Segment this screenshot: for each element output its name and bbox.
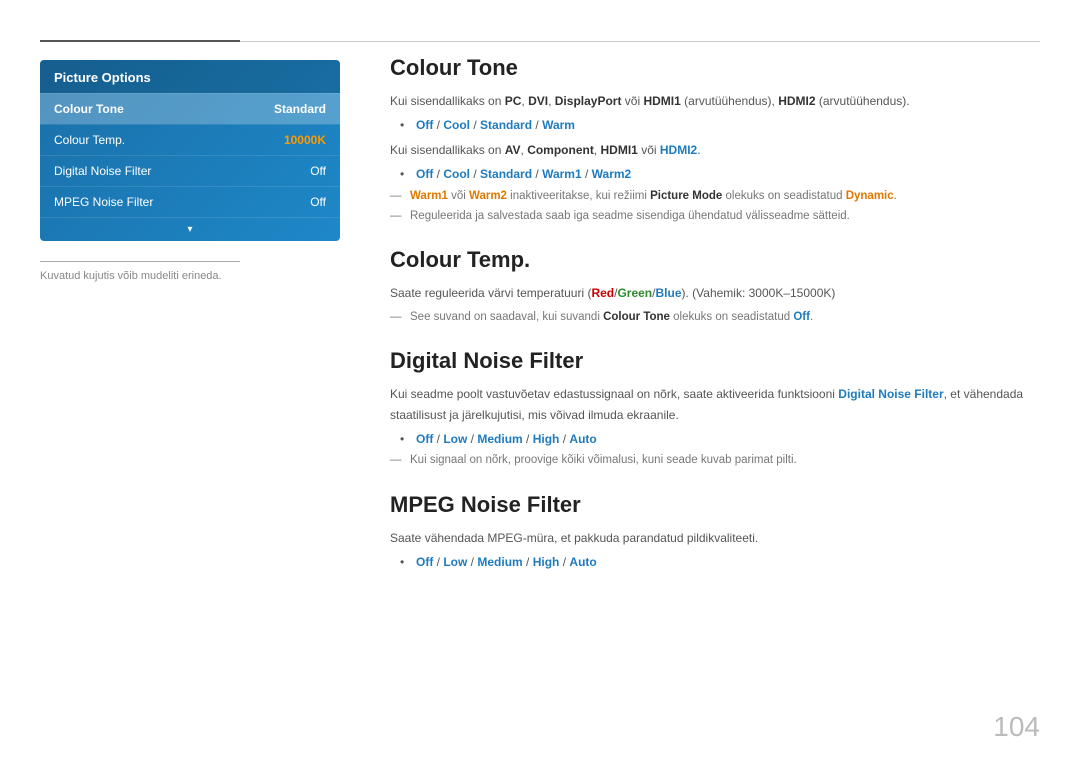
- menu-item-digital-noise-filter-label: Digital Noise Filter: [54, 164, 151, 178]
- picture-options-title: Picture Options: [40, 60, 340, 93]
- section-colour-tone-body: Kui sisendallikaks on PC, DVI, DisplayPo…: [390, 91, 1040, 225]
- menu-item-digital-noise-filter-value: Off: [310, 164, 326, 178]
- section-colour-temp-body: Saate reguleerida värvi temperatuuri (Re…: [390, 283, 1040, 326]
- colour-tone-dash2: Reguleerida ja salvestada saab iga seadm…: [390, 207, 1040, 225]
- colour-temp-para1: Saate reguleerida värvi temperatuuri (Re…: [390, 283, 1040, 303]
- divider-line: [40, 261, 240, 262]
- menu-item-colour-temp-value: 10000K: [284, 133, 326, 147]
- menu-item-mpeg-noise-filter-label: MPEG Noise Filter: [54, 195, 153, 209]
- menu-item-mpeg-noise-filter-value: Off: [310, 195, 326, 209]
- section-colour-tone: Colour Tone Kui sisendallikaks on PC, DV…: [390, 55, 1040, 225]
- colour-tone-para1: Kui sisendallikaks on PC, DVI, DisplayPo…: [390, 91, 1040, 111]
- section-digital-noise-filter: Digital Noise Filter Kui seadme poolt va…: [390, 348, 1040, 470]
- mpeg-noise-filter-para1: Saate vähendada MPEG-müra, et pakkuda pa…: [390, 528, 1040, 548]
- digital-noise-filter-bullet1: Off / Low / Medium / High / Auto: [400, 429, 1040, 449]
- section-colour-tone-title: Colour Tone: [390, 55, 1040, 81]
- colour-tone-bullets1: Off / Cool / Standard / Warm: [390, 115, 1040, 135]
- panel-note: Kuvatud kujutis võib mudeliti erineda.: [40, 270, 340, 282]
- menu-item-colour-temp-label: Colour Temp.: [54, 133, 125, 147]
- mpeg-noise-filter-bullets: Off / Low / Medium / High / Auto: [390, 552, 1040, 572]
- top-border: [40, 40, 1040, 42]
- menu-item-colour-tone-label: Colour Tone: [54, 102, 124, 116]
- colour-temp-dash1: See suvand on saadaval, kui suvandi Colo…: [390, 308, 1040, 326]
- menu-item-colour-temp[interactable]: Colour Temp. 10000K: [40, 124, 340, 155]
- section-digital-noise-filter-body: Kui seadme poolt vastuvõetav edastussign…: [390, 384, 1040, 470]
- menu-item-colour-tone[interactable]: Colour Tone Standard: [40, 93, 340, 124]
- section-mpeg-noise-filter-title: MPEG Noise Filter: [390, 492, 1040, 518]
- digital-noise-filter-bullets: Off / Low / Medium / High / Auto: [390, 429, 1040, 449]
- top-border-accent: [40, 40, 240, 42]
- picture-options-box: Picture Options Colour Tone Standard Col…: [40, 60, 340, 241]
- colour-tone-bullet1: Off / Cool / Standard / Warm: [400, 115, 1040, 135]
- right-content: Colour Tone Kui sisendallikaks on PC, DV…: [390, 55, 1040, 703]
- section-mpeg-noise-filter: MPEG Noise Filter Saate vähendada MPEG-m…: [390, 492, 1040, 573]
- colour-tone-para2: Kui sisendallikaks on AV, Component, HDM…: [390, 140, 1040, 160]
- section-colour-temp-title: Colour Temp.: [390, 247, 1040, 273]
- colour-tone-dash1: Warm1 või Warm2 inaktiveeritakse, kui re…: [390, 187, 1040, 205]
- menu-item-colour-tone-value: Standard: [274, 102, 326, 116]
- digital-noise-filter-para1: Kui seadme poolt vastuvõetav edastussign…: [390, 384, 1040, 425]
- colour-tone-bullet2: Off / Cool / Standard / Warm1 / Warm2: [400, 164, 1040, 184]
- mpeg-noise-filter-bullet1: Off / Low / Medium / High / Auto: [400, 552, 1040, 572]
- menu-item-digital-noise-filter[interactable]: Digital Noise Filter Off: [40, 155, 340, 186]
- section-colour-temp: Colour Temp. Saate reguleerida värvi tem…: [390, 247, 1040, 326]
- menu-item-mpeg-noise-filter[interactable]: MPEG Noise Filter Off: [40, 186, 340, 217]
- arrow-down-icon: ▾: [40, 217, 340, 241]
- left-panel: Picture Options Colour Tone Standard Col…: [40, 60, 340, 282]
- top-border-line: [240, 41, 1040, 42]
- colour-tone-bullets2: Off / Cool / Standard / Warm1 / Warm2: [390, 164, 1040, 184]
- section-digital-noise-filter-title: Digital Noise Filter: [390, 348, 1040, 374]
- page-number: 104: [993, 711, 1040, 743]
- section-mpeg-noise-filter-body: Saate vähendada MPEG-müra, et pakkuda pa…: [390, 528, 1040, 573]
- digital-noise-filter-dash1: Kui signaal on nõrk, proovige kõiki võim…: [390, 451, 1040, 469]
